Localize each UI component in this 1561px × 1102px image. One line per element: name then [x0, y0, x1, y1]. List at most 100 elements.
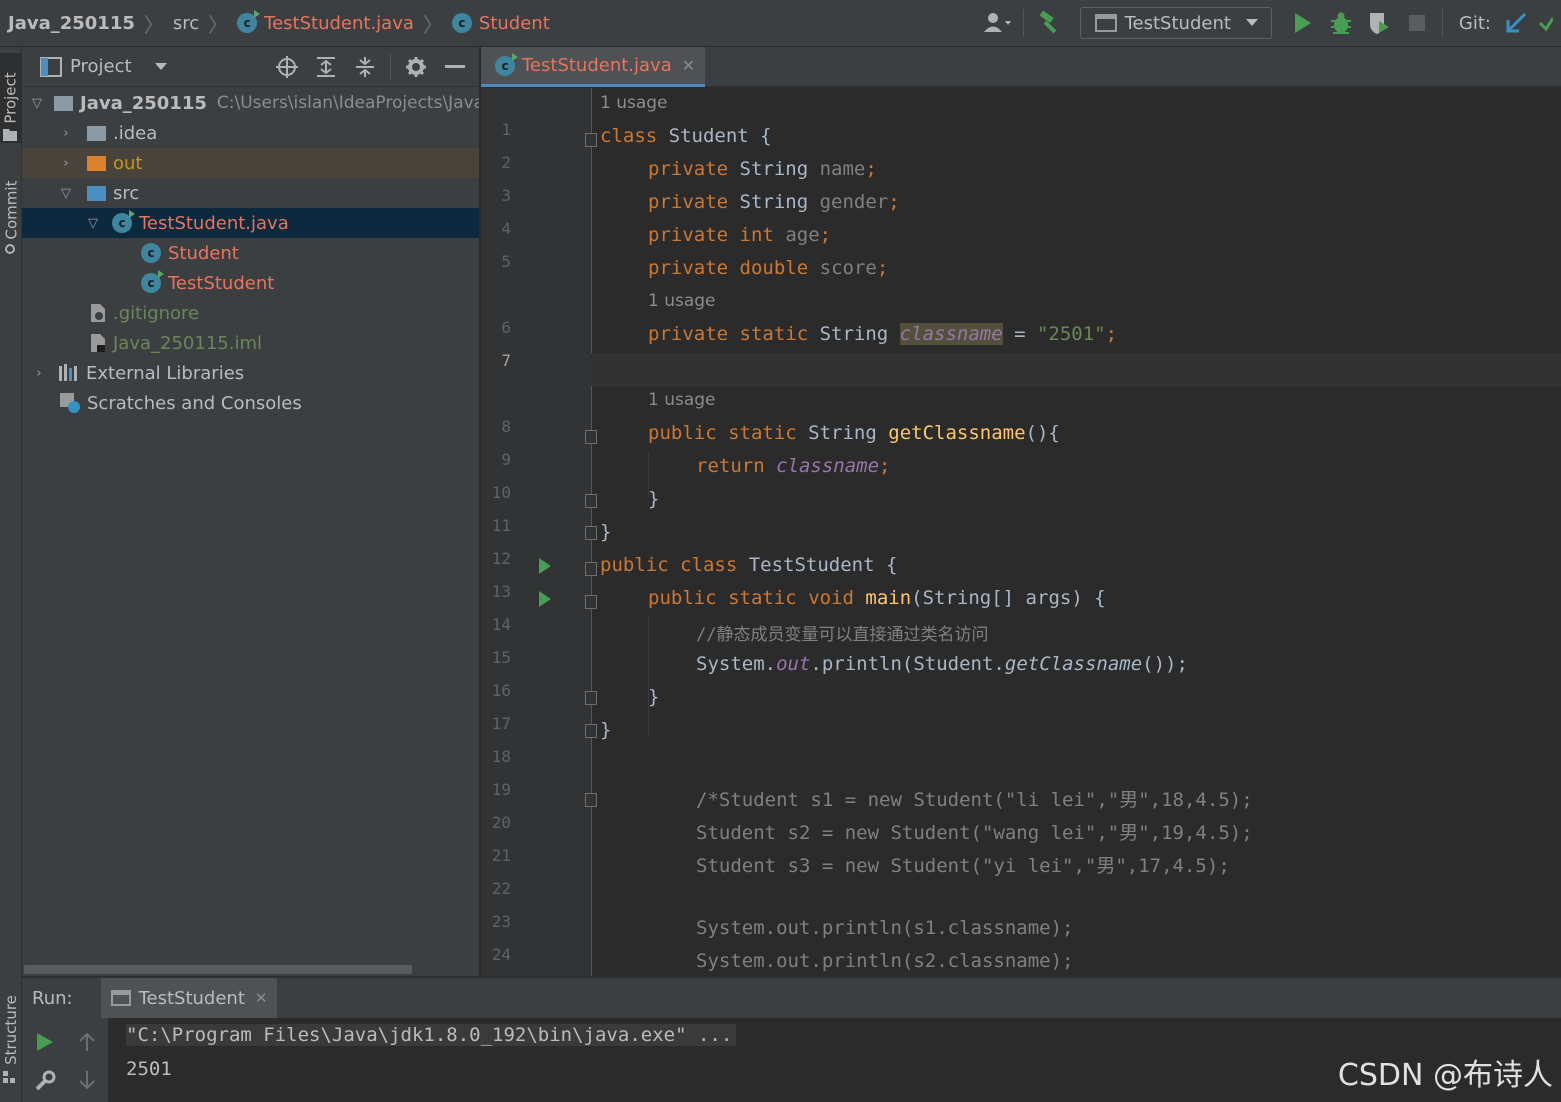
code-line-16[interactable]: } — [648, 686, 659, 708]
code-token: classname — [776, 455, 880, 477]
fold-marker-icon[interactable] — [585, 526, 597, 540]
breadcrumb-file[interactable]: c TestStudent.java — [237, 10, 414, 34]
tree-item-iml[interactable]: Java_250115.iml — [22, 328, 479, 358]
tree-item-student-class[interactable]: c Student — [22, 238, 479, 268]
breadcrumb-project[interactable]: Java_250115 — [8, 13, 135, 34]
run-icon[interactable] — [1288, 8, 1318, 38]
fold-marker-icon[interactable] — [585, 430, 597, 444]
run-configuration-dropdown[interactable]: TestStudent — [1079, 7, 1272, 39]
code-line-19[interactable]: /*Student s1 = new Student("li lei","男",… — [696, 785, 1253, 812]
tree-item-idea[interactable]: › .idea — [22, 118, 479, 148]
scroll-down-arrow-icon[interactable] — [78, 1070, 96, 1095]
fold-marker-icon[interactable] — [585, 724, 597, 738]
code-line-1[interactable]: class Student { — [600, 125, 772, 147]
code-line-14[interactable]: //静态成员变量可以直接通过类名访问 — [696, 620, 988, 645]
breadcrumb-class[interactable]: c Student — [451, 13, 550, 34]
build-hammer-icon[interactable] — [1034, 8, 1064, 38]
code-token: gender — [819, 191, 889, 213]
run-config-label: TestStudent — [1124, 12, 1231, 34]
code-line-2[interactable]: private String name; — [648, 158, 877, 180]
code-token: getClassname — [888, 422, 1026, 444]
run-class-gutter-icon[interactable] — [539, 558, 551, 574]
project-panel-title[interactable]: Project — [70, 56, 132, 77]
line-number: 10 — [491, 483, 511, 502]
tree-item-teststudent-class[interactable]: c TestStudent — [22, 268, 479, 298]
chevron-down-icon[interactable]: ▽ — [59, 186, 73, 201]
expand-all-icon[interactable] — [312, 53, 340, 81]
code-line-3[interactable]: private String gender; — [648, 191, 900, 213]
run-with-coverage-icon[interactable] — [1364, 8, 1394, 38]
java-class-icon: c — [141, 243, 161, 263]
fold-marker-icon[interactable] — [585, 691, 597, 705]
wrench-settings-icon[interactable] — [34, 1070, 56, 1097]
tree-item-out[interactable]: › out — [22, 148, 479, 178]
code-line-17[interactable]: } — [600, 719, 611, 741]
line-number: 13 — [491, 582, 511, 601]
code-line-21[interactable]: Student s3 = new Student("yi lei","男",17… — [696, 851, 1230, 878]
code-line-15[interactable]: System.out.println(Student.getClassname(… — [696, 653, 1188, 675]
tree-item-scratches[interactable]: Scratches and Consoles — [22, 388, 479, 418]
tree-item-project-root[interactable]: ▽ Java_250115 C:\Users\islan\IdeaProject… — [22, 88, 479, 118]
code-line-13[interactable]: public static void main(String[] args) { — [648, 587, 1106, 609]
user-account-icon[interactable] — [983, 8, 1013, 38]
code-line-6[interactable]: private static String classname = "2501"… — [648, 323, 1117, 345]
code-line-12[interactable]: public class TestStudent { — [600, 554, 897, 576]
code-token: double — [739, 257, 809, 279]
chevron-right-icon[interactable]: › — [32, 366, 46, 381]
code-line-24[interactable]: System.out.println(s2.classname); — [696, 950, 1074, 972]
tree-item-gitignore[interactable]: .gitignore — [22, 298, 479, 328]
fold-marker-icon[interactable] — [585, 494, 597, 508]
rerun-icon[interactable] — [36, 1032, 54, 1057]
code-line-11[interactable]: } — [600, 521, 611, 543]
fold-marker-icon[interactable] — [585, 562, 597, 576]
tree-item-teststudent-java[interactable]: ▽ c TestStudent.java — [22, 208, 479, 238]
chevron-right-icon[interactable]: › — [59, 126, 73, 141]
chevron-down-icon[interactable] — [154, 62, 168, 72]
hide-minus-icon[interactable] — [441, 53, 469, 81]
code-line-5[interactable]: private double score; — [648, 257, 888, 279]
stop-icon[interactable] — [1402, 8, 1432, 38]
code-line-10[interactable]: } — [648, 488, 659, 510]
usage-hint[interactable]: 1 usage — [600, 93, 668, 113]
fold-marker-icon[interactable] — [585, 595, 597, 609]
code-line-20[interactable]: Student s2 = new Student("wang lei","男",… — [696, 818, 1253, 845]
code-line-8[interactable]: public static String getClassname(){ — [648, 422, 1060, 444]
code-token: ; — [1105, 323, 1118, 345]
debug-bug-icon[interactable] — [1326, 8, 1356, 38]
editor-tab-teststudent[interactable]: c TestStudent.java ✕ — [481, 47, 706, 87]
tree-item-src[interactable]: ▽ src — [22, 178, 479, 208]
breadcrumb-src[interactable]: src — [173, 13, 199, 34]
horizontal-scrollbar[interactable] — [24, 965, 412, 974]
breadcrumb-separator: 〉 — [422, 12, 443, 37]
close-icon[interactable]: ✕ — [255, 989, 268, 1007]
commit-node-icon — [3, 239, 17, 260]
git-commit-check-icon[interactable] — [1539, 8, 1553, 38]
usage-hint[interactable]: 1 usage — [648, 390, 716, 410]
run-main-gutter-icon[interactable] — [539, 591, 551, 607]
chevron-right-icon[interactable]: › — [59, 156, 73, 171]
tree-item-external-libraries[interactable]: › External Libraries — [22, 358, 479, 388]
tree-item-label: Student — [168, 242, 239, 264]
code-token: ; — [879, 455, 891, 477]
scroll-up-arrow-icon[interactable] — [78, 1032, 96, 1057]
run-tab-teststudent[interactable]: TestStudent ✕ — [100, 978, 278, 1018]
chevron-down-icon[interactable]: ▽ — [86, 216, 100, 231]
structure-tool-tab[interactable]: Structure — [0, 985, 22, 1075]
chevron-down-icon[interactable]: ▽ — [32, 96, 42, 111]
fold-marker-icon[interactable] — [585, 793, 597, 807]
close-icon[interactable]: ✕ — [682, 56, 695, 75]
fold-marker-icon[interactable] — [585, 133, 597, 147]
console-command-line[interactable]: "C:\Program Files\Java\jdk1.8.0_192\bin\… — [126, 1024, 737, 1046]
collapse-all-icon[interactable] — [351, 53, 379, 81]
project-panel-header: Project — [22, 47, 479, 87]
code-line-4[interactable]: private int age; — [648, 224, 831, 246]
code-line-9[interactable]: return classname; — [696, 455, 891, 477]
locate-crosshair-icon[interactable] — [273, 53, 301, 81]
code-line-23[interactable]: System.out.println(s1.classname); — [696, 917, 1074, 939]
gear-icon[interactable] — [402, 53, 430, 81]
usage-hint[interactable]: 1 usage — [648, 291, 716, 311]
git-update-arrow-icon[interactable] — [1501, 8, 1531, 38]
code-token: public — [648, 587, 717, 609]
